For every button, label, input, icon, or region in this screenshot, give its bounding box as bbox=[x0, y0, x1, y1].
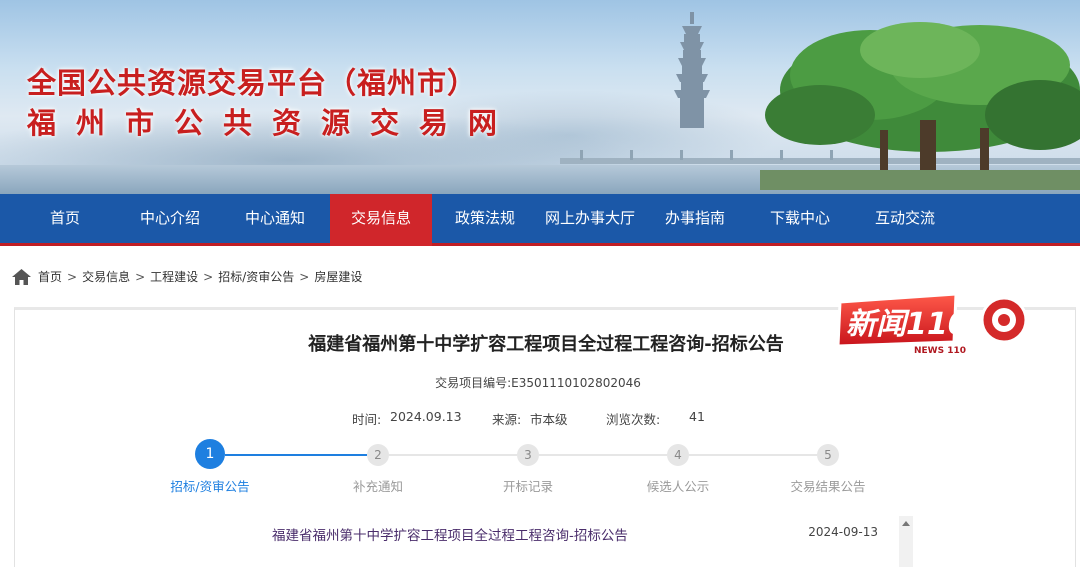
views-label: 浏览次数: bbox=[606, 412, 661, 427]
list-item[interactable]: 福建省福州第十中学扩容工程项目全过程工程咨询-招标公告 2024-09-13 bbox=[272, 524, 878, 544]
step-2-circle[interactable]: 2 bbox=[367, 444, 389, 466]
news-logo-subtext: NEWS 110 bbox=[914, 346, 966, 356]
nav-item-guide[interactable]: 办事指南 bbox=[652, 194, 738, 243]
step-connector bbox=[689, 454, 817, 456]
step-connector bbox=[389, 454, 517, 456]
site-banner: 全国公共资源交易平台（福州市） 福州市公共资源交易网 bbox=[0, 0, 1080, 194]
breadcrumb-separator: > bbox=[67, 269, 78, 284]
nav-item-online-hall[interactable]: 网上办事大厅 bbox=[537, 194, 643, 243]
nav-item-center-intro[interactable]: 中心介绍 bbox=[127, 194, 213, 243]
step-2-label[interactable]: 补充通知 bbox=[318, 476, 438, 495]
breadcrumb-construction[interactable]: 工程建设 bbox=[150, 268, 198, 285]
step-1-label[interactable]: 招标/资审公告 bbox=[150, 476, 270, 495]
breadcrumb-housing[interactable]: 房屋建设 bbox=[314, 268, 362, 285]
list-item-date: 2024-09-13 bbox=[808, 525, 878, 539]
step-4-label[interactable]: 候选人公示 bbox=[618, 476, 738, 495]
breadcrumb-tender-notice[interactable]: 招标/资审公告 bbox=[218, 268, 294, 285]
source-value: 市本级 bbox=[530, 412, 568, 427]
news-logo-text: 新闻110 bbox=[846, 307, 969, 342]
nav-item-center-notice[interactable]: 中心通知 bbox=[232, 194, 318, 243]
breadcrumb-separator: > bbox=[135, 269, 146, 284]
nav-item-trading-info[interactable]: 交易信息 bbox=[330, 194, 432, 246]
step-3-label[interactable]: 开标记录 bbox=[468, 476, 588, 495]
list-item-title[interactable]: 福建省福州第十中学扩容工程项目全过程工程咨询-招标公告 bbox=[272, 524, 628, 544]
breadcrumb: 首页 > 交易信息 > 工程建设 > 招标/资审公告 > 房屋建设 bbox=[12, 268, 362, 285]
banner-title: 全国公共资源交易平台（福州市） bbox=[27, 66, 478, 100]
nav-item-home[interactable]: 首页 bbox=[22, 194, 108, 243]
news-110-logo: 新闻110 NEWS 110 bbox=[836, 292, 1028, 356]
breadcrumb-home[interactable]: 首页 bbox=[38, 268, 62, 285]
nav-item-interaction[interactable]: 互动交流 bbox=[862, 194, 948, 243]
scrollbar[interactable] bbox=[899, 516, 913, 567]
scroll-up-arrow-icon[interactable] bbox=[902, 521, 910, 526]
nav-item-downloads[interactable]: 下载中心 bbox=[757, 194, 843, 243]
step-3-circle[interactable]: 3 bbox=[517, 444, 539, 466]
views-value: 41 bbox=[689, 409, 705, 424]
step-4-circle[interactable]: 4 bbox=[667, 444, 689, 466]
breadcrumb-separator: > bbox=[203, 269, 214, 284]
nav-item-policy[interactable]: 政策法规 bbox=[442, 194, 528, 243]
breadcrumb-trading-info[interactable]: 交易信息 bbox=[82, 268, 130, 285]
step-connector bbox=[225, 454, 367, 456]
step-5-circle[interactable]: 5 bbox=[817, 444, 839, 466]
home-icon bbox=[12, 268, 31, 285]
time-value: 2024.09.13 bbox=[390, 409, 462, 424]
pagoda-illustration bbox=[674, 12, 710, 128]
main-nav: 首页 中心介绍 中心通知 交易信息 政策法规 网上办事大厅 办事指南 下载中心 … bbox=[0, 194, 1080, 246]
step-1-circle[interactable]: 1 bbox=[195, 439, 225, 469]
banner-subtitle: 福州市公共资源交易网 bbox=[27, 106, 518, 140]
project-code: 交易项目编号:E3501110102802046 bbox=[435, 376, 641, 390]
step-connector bbox=[539, 454, 667, 456]
step-5-label[interactable]: 交易结果公告 bbox=[768, 476, 888, 495]
tree-illustration bbox=[760, 22, 1080, 190]
source-label: 来源: bbox=[492, 412, 522, 427]
time-label: 时间: bbox=[352, 412, 382, 427]
breadcrumb-separator: > bbox=[299, 269, 310, 284]
